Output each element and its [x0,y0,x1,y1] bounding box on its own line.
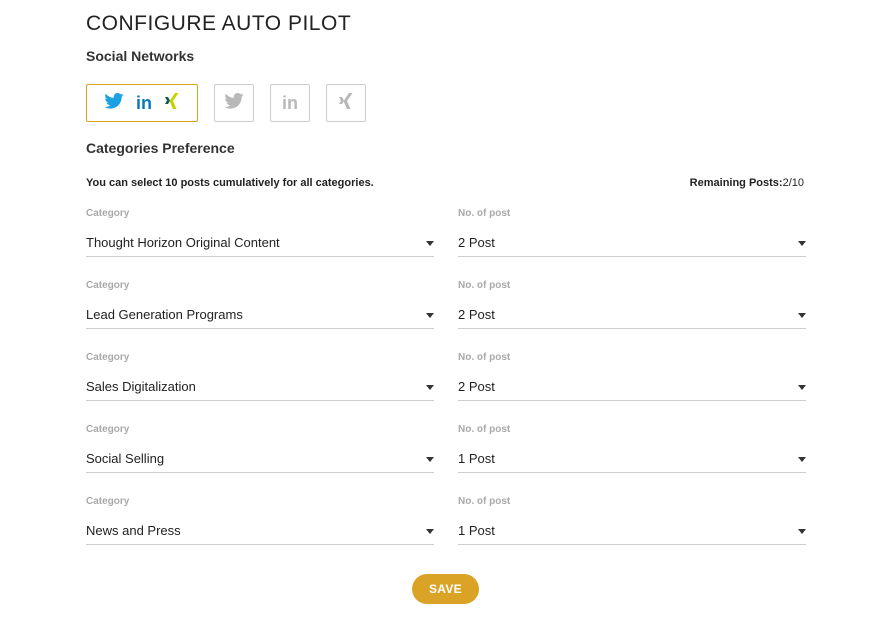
post-count-label: No. of post [458,280,511,291]
caret-down-icon [798,457,806,462]
category-label: Category [86,280,130,291]
caret-down-icon [798,529,806,534]
linkedin-network-button[interactable]: in [270,84,310,122]
category-select[interactable]: Category Lead Generation Programs [86,280,434,329]
category-label: Category [86,352,130,363]
xing-icon [164,92,180,115]
remaining-posts-value: 2/10 [782,177,804,189]
post-count-value: 1 Post [458,451,495,466]
post-count-label: No. of post [458,352,511,363]
caret-down-icon [426,313,434,318]
caret-down-icon [798,313,806,318]
category-select[interactable]: Category News and Press [86,496,434,545]
post-count-value: 1 Post [458,523,495,538]
category-select[interactable]: Category Thought Horizon Original Conten… [86,208,434,257]
caret-down-icon [426,385,434,390]
post-count-value: 2 Post [458,379,495,394]
twitter-icon [224,92,244,114]
post-count-value: 2 Post [458,307,495,322]
category-label: Category [86,496,130,507]
caret-down-icon [426,457,434,462]
category-value: News and Press [86,523,181,538]
category-value: Sales Digitalization [86,379,196,394]
category-value: Social Selling [86,451,165,466]
twitter-icon [104,92,124,114]
category-value: Lead Generation Programs [86,307,243,322]
page-title: CONFIGURE AUTO PILOT [86,12,352,35]
xing-icon [338,92,354,115]
post-count-label: No. of post [458,208,511,219]
post-count-select[interactable]: No. of post 2 Post [458,352,806,401]
post-count-select[interactable]: No. of post 2 Post [458,208,806,257]
post-count-select[interactable]: No. of post 1 Post [458,424,806,473]
caret-down-icon [426,241,434,246]
category-label: Category [86,208,130,219]
post-count-label: No. of post [458,424,511,435]
category-label: Category [86,424,130,435]
categories-preference-title: Categories Preference [86,140,235,156]
caret-down-icon [798,241,806,246]
save-button[interactable]: SAVE [412,574,479,604]
category-select[interactable]: Category Social Selling [86,424,434,473]
caret-down-icon [426,529,434,534]
all-networks-button[interactable]: in [86,84,198,122]
post-count-select[interactable]: No. of post 2 Post [458,280,806,329]
posts-limit-info: You can select 10 posts cumulatively for… [86,177,374,189]
linkedin-icon: in [136,93,152,113]
remaining-posts-label: Remaining Posts: [689,177,783,189]
category-value: Thought Horizon Original Content [86,235,280,250]
linkedin-icon: in [282,93,298,113]
social-networks-title: Social Networks [86,48,195,64]
twitter-network-button[interactable] [214,84,254,122]
xing-network-button[interactable] [326,84,366,122]
category-select[interactable]: Category Sales Digitalization [86,352,434,401]
post-count-select[interactable]: No. of post 1 Post [458,496,806,545]
post-count-label: No. of post [458,496,511,507]
remaining-posts: Remaining Posts:2/10 [690,177,804,189]
post-count-value: 2 Post [458,235,495,250]
caret-down-icon [798,385,806,390]
